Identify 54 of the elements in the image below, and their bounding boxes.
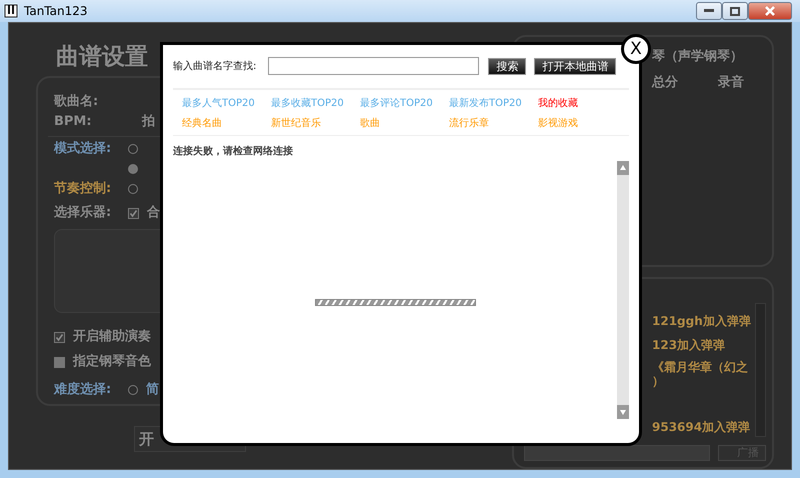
minimize-icon: [704, 9, 714, 13]
radio-button[interactable]: [128, 184, 138, 194]
maximize-icon: [730, 6, 740, 16]
close-icon: [764, 6, 776, 16]
field-label: 选择乐器:: [54, 204, 112, 222]
open-local-button[interactable]: 打开本地曲谱: [534, 58, 616, 74]
field-label: 模式选择:: [54, 140, 112, 158]
window-title: TanTan123: [24, 3, 88, 20]
radio-button[interactable]: [128, 385, 138, 395]
category-link[interactable]: 最多评论TOP20: [360, 96, 449, 111]
category-link[interactable]: 经典名曲: [182, 116, 271, 131]
category-link[interactable]: 最多收藏TOP20: [271, 96, 360, 111]
search-button[interactable]: 搜索: [488, 58, 526, 74]
column-header: 录音: [718, 74, 744, 92]
category-link[interactable]: 最多人气TOP20: [182, 96, 271, 111]
category-link[interactable]: 最新发布TOP20: [449, 96, 538, 111]
minimize-button[interactable]: [696, 2, 722, 20]
field-label: 难度选择:: [54, 380, 112, 400]
scroll-up-icon[interactable]: [617, 161, 629, 175]
category-link[interactable]: 我的收藏: [538, 96, 627, 111]
app-icon: [4, 4, 18, 18]
maximize-button[interactable]: [722, 2, 748, 20]
search-field[interactable]: [268, 57, 480, 75]
checkbox[interactable]: [54, 332, 65, 342]
chat-message: 953694加入弹弹: [652, 421, 752, 433]
column-header: 总分: [652, 74, 678, 92]
category-link[interactable]: 流行乐章: [449, 116, 538, 131]
instrument-name: 琴（声学钢琴）: [652, 48, 744, 66]
category-link[interactable]: 新世纪音乐: [271, 116, 360, 131]
checkbox-label: 指定钢琴音色: [73, 352, 151, 372]
search-label: 输入曲谱名字查找:: [173, 60, 256, 74]
checkbox-label: 合: [147, 204, 160, 222]
checkbox[interactable]: [54, 356, 65, 368]
field-label: 歌曲名:: [54, 93, 100, 112]
field-value: 拍: [142, 113, 155, 132]
checkbox-label: 开启辅助演奏: [73, 328, 151, 346]
radio-button[interactable]: [128, 164, 138, 174]
checkbox[interactable]: [128, 208, 139, 218]
chat-message: ）: [652, 375, 665, 387]
scroll-down-icon[interactable]: [617, 405, 629, 419]
radio-label: 简: [146, 381, 159, 400]
category-link[interactable]: 影视游戏: [538, 116, 627, 131]
chat-message: 121ggh加入弹弹: [652, 315, 752, 327]
category-link[interactable]: 歌曲: [360, 116, 449, 131]
scrollbar[interactable]: [617, 161, 629, 419]
chat-message: 123加入弹弹: [652, 339, 726, 351]
field-label: BPM:: [54, 113, 93, 132]
radio-button[interactable]: [128, 144, 138, 154]
chat-message: 《霜月华章（幻之: [652, 361, 749, 373]
field-label: 节奏控制:: [54, 180, 112, 198]
close-button[interactable]: [748, 2, 792, 20]
panel-heading: 曲谱设置: [56, 46, 149, 69]
error-message: 连接失败，请检查网络连接: [173, 144, 294, 159]
chat-input[interactable]: [524, 445, 710, 461]
